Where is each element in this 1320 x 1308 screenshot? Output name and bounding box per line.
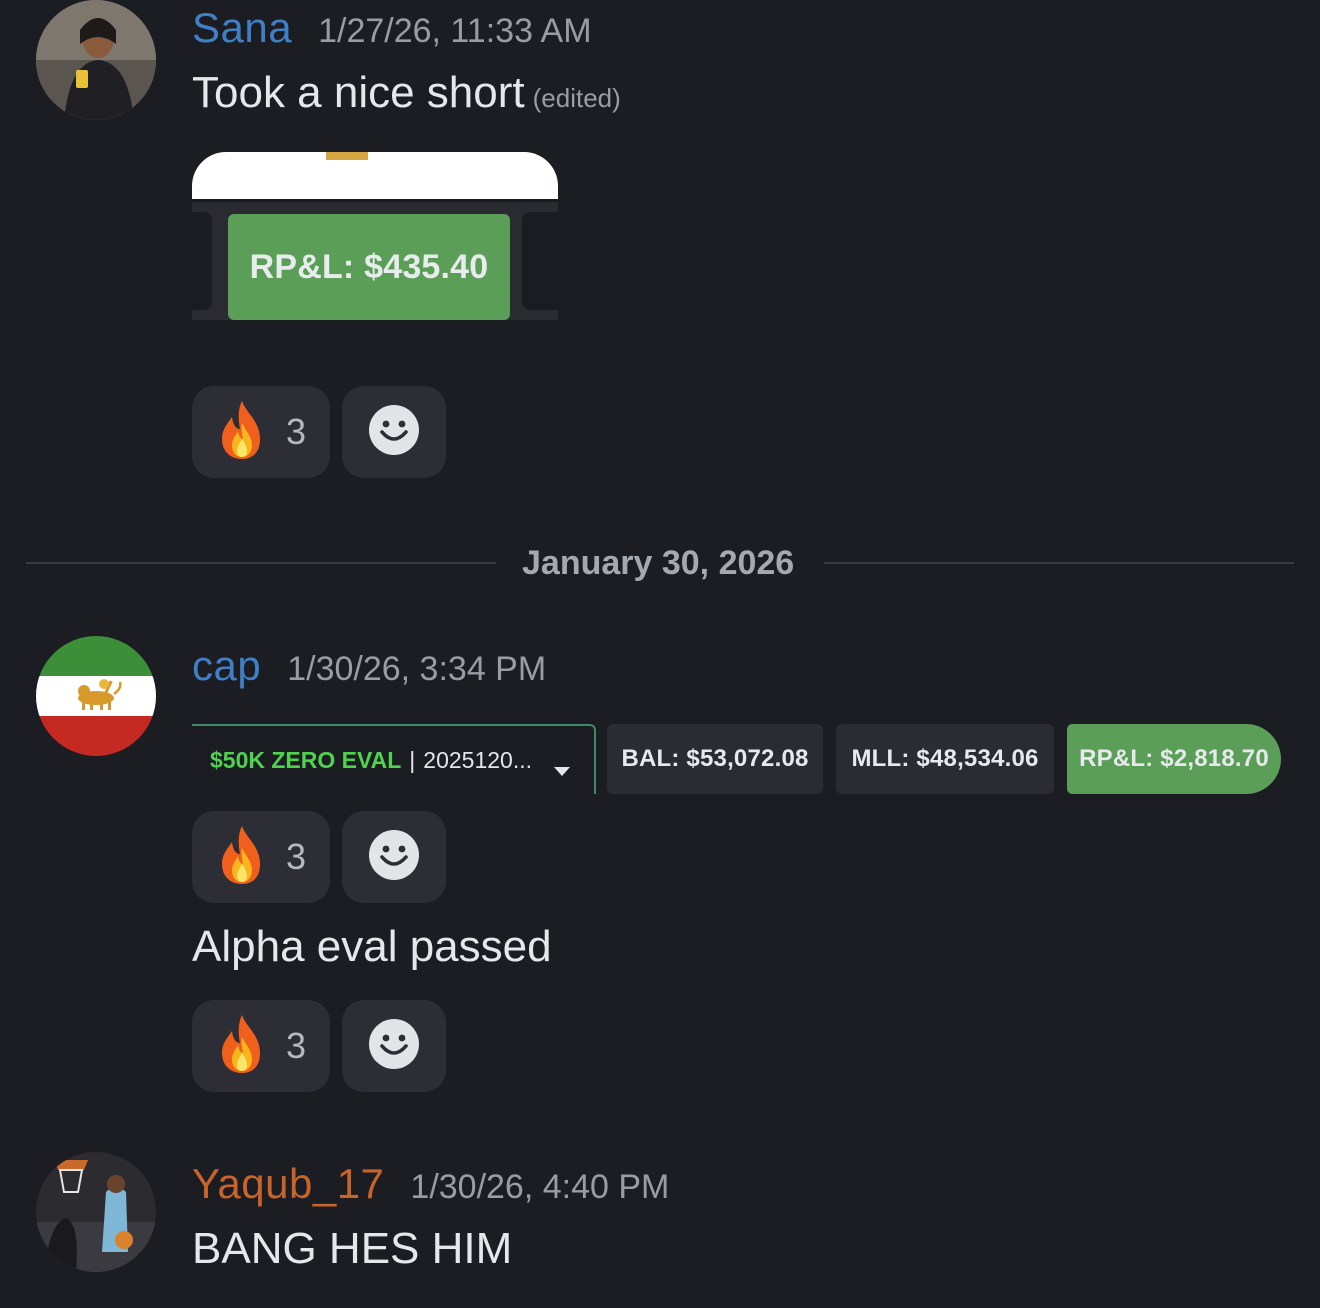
attachment-top-mark [326,152,368,160]
balance-chip: BAL: $53,072.08 [607,724,823,794]
mll-chip: MLL: $48,534.06 [836,724,1054,794]
fire-emoji-icon [216,1013,268,1080]
account-id: 2025120... [423,746,532,773]
timestamp: 1/27/26, 11:33 AM [318,12,592,50]
reaction-count: 3 [285,411,307,452]
avatar-sana[interactable] [36,0,156,120]
fire-emoji-icon [216,824,268,891]
reaction-count: 3 [285,1025,307,1066]
edited-label: (edited) [532,83,621,113]
account-separator: | [409,746,416,773]
add-reaction-button[interactable] [342,811,446,903]
account-name: $50K ZERO EVAL [210,746,402,773]
attachment-top-strip [192,152,558,199]
rpl-chip: RP&L: $2,818.70 [1067,724,1281,794]
reaction-count: 3 [285,836,307,877]
message-text: Alpha eval passed [192,922,552,971]
avatar-yaqub[interactable] [36,1152,156,1272]
attachment-left-gap [192,212,212,310]
message-text: BANG HES HIM [192,1224,513,1273]
flag-avatar-image [36,636,156,756]
username[interactable]: cap [192,642,261,690]
divider-line-left [26,562,496,564]
reaction-fire[interactable]: 3 [192,1000,330,1092]
pnl-badge: RP&L: $435.40 [228,214,510,320]
add-reaction-icon [368,404,420,461]
add-reaction-button[interactable] [342,1000,446,1092]
reaction-fire[interactable]: 3 [192,386,330,478]
divider-line-right [824,562,1294,564]
username[interactable]: Yaqub_17 [192,1160,384,1208]
timestamp: 1/30/26, 3:34 PM [287,650,547,688]
add-reaction-icon [368,1018,420,1075]
add-reaction-icon [368,829,420,886]
add-reaction-button[interactable] [342,386,446,478]
fire-emoji-icon [216,399,268,466]
timestamp: 1/30/26, 4:40 PM [410,1168,670,1206]
trading-bar-attachment[interactable]: $50K ZERO EVAL | 2025120... BAL: $53,072… [192,724,1284,794]
dropdown-caret-icon [554,756,570,783]
reaction-fire[interactable]: 3 [192,811,330,903]
avatar-image [36,1152,156,1272]
avatar-image [36,0,156,120]
avatar-cap[interactable] [36,636,156,756]
message-text: Took a nice short [192,68,525,117]
date-divider: January 30, 2026 [522,544,795,582]
account-selector[interactable]: $50K ZERO EVAL | 2025120... [192,724,596,794]
username[interactable]: Sana [192,4,292,52]
attachment-right-gap [522,212,558,310]
image-attachment[interactable]: RP&L: $435.40 [192,152,558,368]
